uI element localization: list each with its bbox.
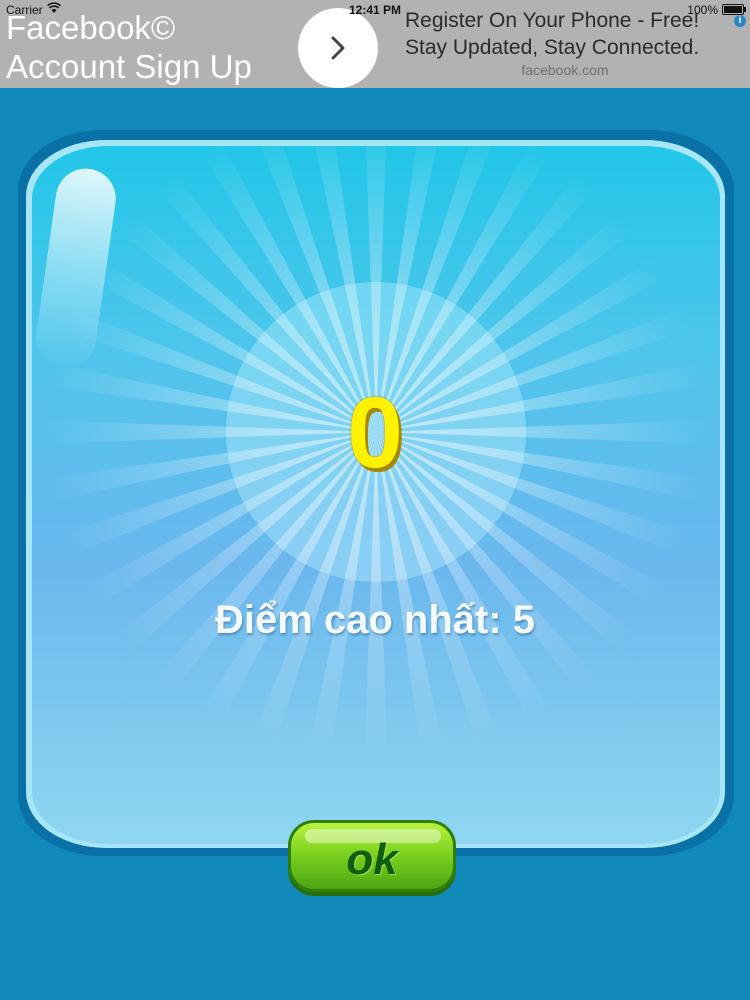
ad-domain: facebook.com xyxy=(521,62,609,78)
sunburst-rays xyxy=(36,146,716,772)
score-panel xyxy=(32,146,720,844)
status-bar: Carrier 12:41 PM 100% xyxy=(0,0,750,20)
clock: 12:41 PM xyxy=(348,3,402,17)
battery-percent: 100% xyxy=(687,3,718,17)
best-score-label: Điểm cao nhất: 5 xyxy=(214,598,536,642)
ok-button-label: ok xyxy=(346,835,398,884)
score-value: 0 xyxy=(347,377,403,489)
ad-subline: Stay Updated, Stay Connected. xyxy=(405,36,700,59)
ok-button[interactable]: ok xyxy=(288,820,456,892)
ad-title-line2: Account Sign Up xyxy=(6,48,252,85)
chevron-right-icon xyxy=(331,36,345,60)
ad-open-button[interactable] xyxy=(298,8,378,88)
battery-icon xyxy=(722,4,746,15)
